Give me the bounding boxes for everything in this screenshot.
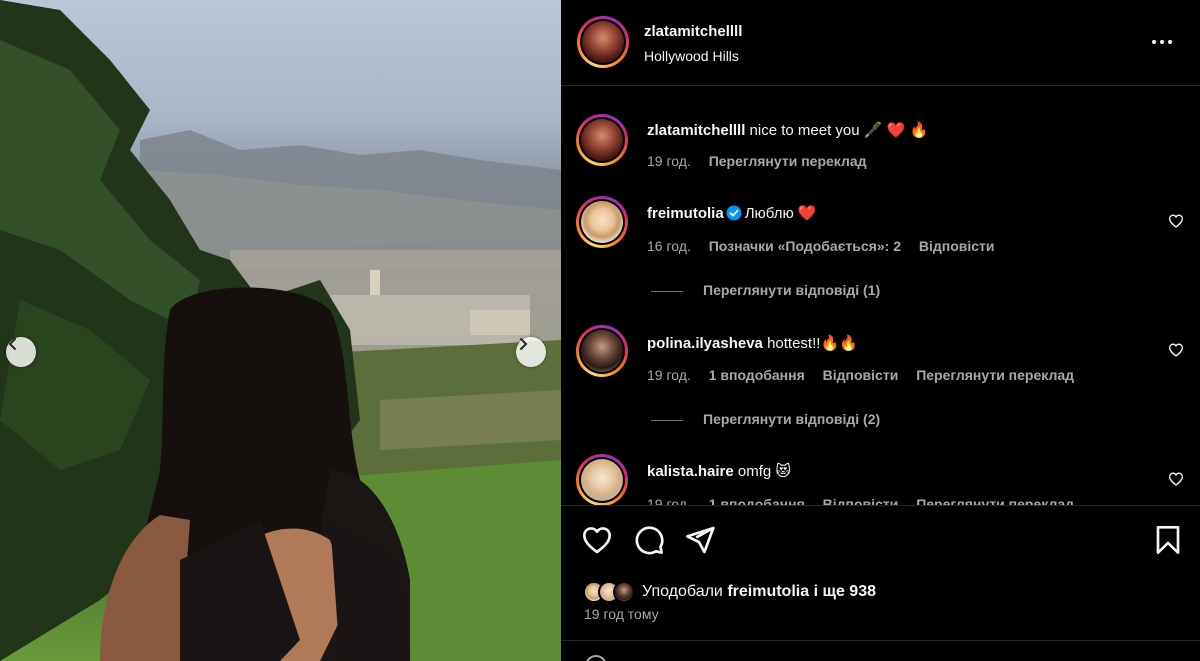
comment-meta: 19 год. 1 вподобання Відповісти Переглян… [647, 367, 1088, 383]
view-replies-link[interactable]: Переглянути відповіді (2) [651, 411, 880, 427]
chevron-right-icon [520, 338, 528, 350]
avatar[interactable] [576, 325, 628, 377]
comment-text: polina.ilyasheva hottest!!🔥🔥 [647, 334, 858, 352]
comment-time[interactable]: 19 год. [647, 153, 691, 169]
comment-item: freimutolia Люблю ❤️ 16 год. Позначки «По… [561, 192, 1200, 262]
post-actions-bar: Уподобали freimutolia і ще 938 19 год то… [561, 505, 1200, 641]
post-time-ago[interactable]: 19 год тому [584, 606, 659, 622]
see-translation-link[interactable]: Переглянути переклад [916, 496, 1074, 505]
author-username[interactable]: zlatamitchellll [644, 23, 742, 40]
comment-meta: 19 год. 1 вподобання Відповісти Переглян… [647, 496, 1088, 505]
chevron-left-icon [8, 338, 16, 350]
comment-body: Люблю [744, 205, 794, 222]
comment-likes-link[interactable]: 1 вподобання [709, 496, 805, 505]
post-photo [0, 0, 561, 661]
photo-scene [0, 0, 561, 661]
reply-button[interactable]: Відповісти [823, 367, 899, 383]
comment-like-heart-icon[interactable] [1168, 213, 1184, 229]
comment-item: zlatamitchellll nice to meet you 🖋️ ❤️ 🔥… [561, 109, 1200, 179]
reply-button[interactable]: Відповісти [919, 238, 995, 254]
liked-by-count[interactable]: і ще 938 [814, 583, 876, 600]
comment-text: kalista.haire omfg 😻 [647, 462, 791, 480]
comment-text: freimutolia Люблю ❤️ [647, 204, 817, 222]
comment-time[interactable]: 19 год. [647, 496, 691, 505]
author-avatar[interactable] [577, 16, 629, 68]
avatar[interactable] [576, 114, 628, 166]
comment-meta: 19 год. Переглянути переклад [647, 153, 881, 169]
post-location[interactable]: Hollywood Hills [644, 48, 739, 64]
comment-username[interactable]: polina.ilyasheva [647, 335, 763, 352]
divider [561, 640, 1200, 641]
comment-time[interactable]: 16 год. [647, 238, 691, 254]
avatar [613, 581, 635, 603]
comment-item: kalista.haire omfg 😻 19 год. 1 вподобанн… [561, 452, 1200, 505]
comment-composer-emoji-icon[interactable] [585, 655, 607, 661]
comment-emoji: ❤️ [797, 205, 817, 222]
reply-button[interactable]: Відповісти [823, 496, 899, 505]
post-header: zlatamitchellll Hollywood Hills [561, 0, 1200, 86]
view-replies-link[interactable]: Переглянути відповіді (1) [651, 282, 880, 298]
comment-username[interactable]: freimutolia [647, 205, 724, 222]
comment-username[interactable]: zlatamitchellll [647, 122, 745, 139]
comment-body: hottest!! [767, 335, 821, 352]
see-translation-link[interactable]: Переглянути переклад [709, 153, 867, 169]
avatar[interactable] [576, 196, 628, 248]
heart-outline-icon[interactable] [581, 524, 613, 556]
comment-body: nice to meet you [749, 122, 860, 139]
comment-username[interactable]: kalista.haire [647, 463, 734, 480]
comment-bubble-icon[interactable] [633, 524, 665, 556]
avatar[interactable] [576, 454, 628, 505]
comment-emoji: 🖋️ ❤️ 🔥 [863, 122, 929, 139]
comment-time[interactable]: 19 год. [647, 367, 691, 383]
comment-body: omfg [737, 463, 772, 480]
comment-like-heart-icon[interactable] [1168, 342, 1184, 358]
post-side-panel: zlatamitchellll Hollywood Hills zlatamit… [561, 0, 1200, 661]
comment-emoji: 😻 [775, 463, 792, 480]
bookmark-icon[interactable] [1152, 524, 1184, 556]
comments-list[interactable]: zlatamitchellll nice to meet you 🖋️ ❤️ 🔥… [561, 87, 1200, 505]
comment-likes-link[interactable]: Позначки «Подобається»: 2 [709, 238, 901, 254]
liked-by-user[interactable]: freimutolia [727, 583, 809, 600]
comment-like-heart-icon[interactable] [1168, 471, 1184, 487]
verified-badge-icon [726, 205, 742, 221]
more-horizontal-icon[interactable] [1150, 32, 1174, 52]
liked-by-text[interactable]: Уподобали freimutolia і ще 938 [642, 583, 876, 601]
liked-by-row[interactable]: Уподобали freimutolia і ще 938 [583, 579, 876, 605]
comment-emoji: 🔥🔥 [820, 335, 858, 352]
see-translation-link[interactable]: Переглянути переклад [916, 367, 1074, 383]
next-photo-button[interactable] [516, 337, 546, 367]
comment-meta: 16 год. Позначки «Подобається»: 2 Відпов… [647, 238, 1009, 254]
comment-item: polina.ilyasheva hottest!!🔥🔥 19 год. 1 в… [561, 322, 1200, 392]
comment-text: zlatamitchellll nice to meet you 🖋️ ❤️ 🔥 [647, 121, 928, 139]
liked-by-prefix: Уподобали [642, 583, 723, 600]
paper-plane-icon[interactable] [684, 524, 716, 556]
previous-photo-button[interactable] [6, 337, 36, 367]
comment-likes-link[interactable]: 1 вподобання [709, 367, 805, 383]
